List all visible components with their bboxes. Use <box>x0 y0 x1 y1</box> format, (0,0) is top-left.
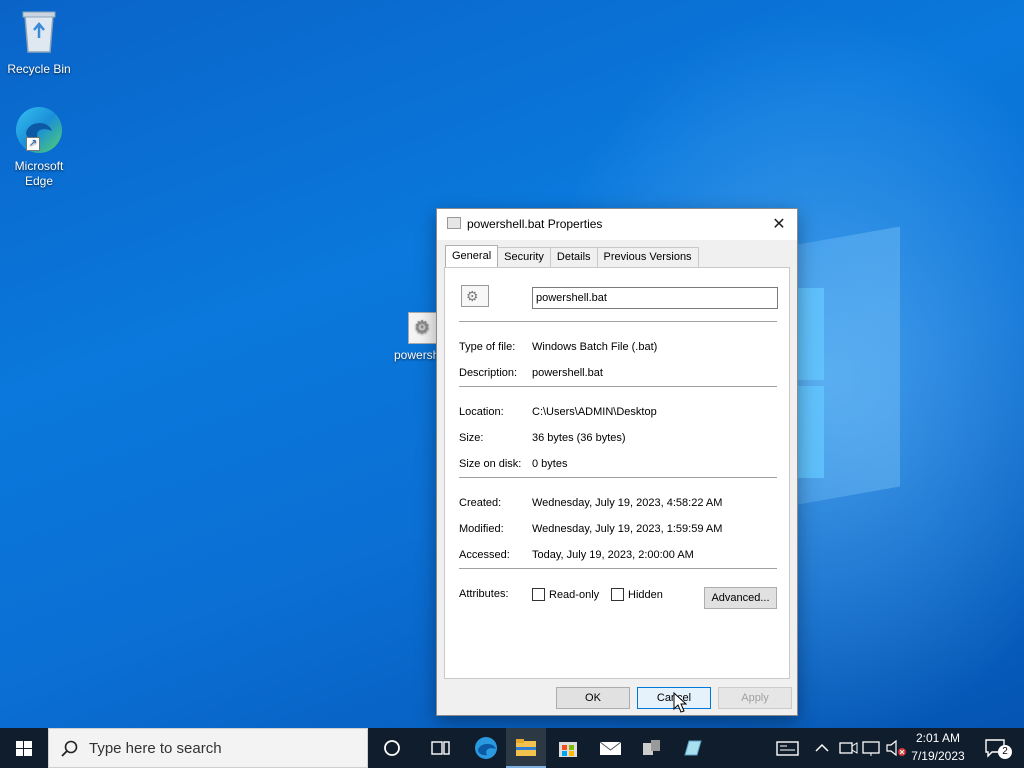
taskbar-store[interactable] <box>548 728 588 768</box>
description-value: powershell.bat <box>532 367 603 379</box>
created-value: Wednesday, July 19, 2023, 4:58:22 AM <box>532 497 723 509</box>
modified-label: Modified: <box>459 523 504 535</box>
volume-muted-icon <box>886 739 906 757</box>
dialog-title: powershell.bat Properties <box>467 217 603 231</box>
hidden-checkbox[interactable]: Hidden <box>611 588 663 601</box>
taskbar-app[interactable] <box>631 728 671 768</box>
separator <box>459 386 777 387</box>
chevron-up-icon <box>815 743 829 752</box>
accessed-value: Today, July 19, 2023, 2:00:00 AM <box>532 549 694 561</box>
action-center-button[interactable]: 2 <box>978 728 1018 768</box>
separator <box>459 568 777 569</box>
size-on-disk-row: Size on disk: 0 bytes <box>459 458 779 474</box>
accessed-label: Accessed: <box>459 549 510 561</box>
file-name-input[interactable] <box>532 287 778 309</box>
modified-value: Wednesday, July 19, 2023, 1:59:59 AM <box>532 523 723 535</box>
size-value: 36 bytes (36 bytes) <box>532 432 626 444</box>
clock-time[interactable]: 2:01 AM <box>908 731 968 745</box>
edge-icon: ↗ <box>14 105 64 155</box>
close-icon[interactable]: ✕ <box>769 214 789 234</box>
desktop-icon-recycle-bin[interactable]: Recycle Bin <box>1 8 77 77</box>
advanced-button[interactable]: Advanced... <box>704 587 777 609</box>
show-hidden-icons-button[interactable] <box>808 728 836 768</box>
folder-icon <box>516 739 536 756</box>
batch-file-icon <box>447 217 461 229</box>
ok-button[interactable]: OK <box>556 687 630 709</box>
size-on-disk-value: 0 bytes <box>532 458 568 470</box>
taskbar-edge[interactable] <box>466 728 506 768</box>
created-row: Created: Wednesday, July 19, 2023, 4:58:… <box>459 497 779 513</box>
task-view-button[interactable] <box>420 728 460 768</box>
tab-details[interactable]: Details <box>549 247 598 267</box>
readonly-label: Read-only <box>549 588 600 601</box>
shortcut-arrow-icon: ↗ <box>26 137 40 151</box>
description-label: Description: <box>459 367 518 379</box>
mail-icon <box>599 741 622 755</box>
taskbar: Type here to search 2:01 AM 7/19/2023 2 <box>0 728 1024 768</box>
task-view-icon <box>431 741 450 755</box>
dialog-titlebar[interactable]: powershell.bat Properties ✕ <box>437 209 797 240</box>
tab-general[interactable]: General <box>445 245 499 267</box>
search-icon <box>61 740 78 757</box>
type-value: Windows Batch File (.bat) <box>532 341 658 353</box>
location-value: C:\Users\ADMIN\Desktop <box>532 406 657 418</box>
taskbar-file-explorer[interactable] <box>506 728 546 768</box>
modified-row: Modified: Wednesday, July 19, 2023, 1:59… <box>459 523 779 539</box>
mouse-cursor-icon <box>673 691 688 717</box>
description-row: Description: powershell.bat <box>459 367 779 383</box>
separator <box>459 477 777 478</box>
attributes-label: Attributes: <box>459 588 509 600</box>
readonly-checkbox[interactable]: Read-only <box>532 588 599 601</box>
location-row: Location: C:\Users\ADMIN\Desktop <box>459 406 779 422</box>
camera-icon <box>839 742 858 754</box>
general-tab-panel: ⚙ Type of file: Windows Batch File (.bat… <box>444 267 790 679</box>
windows-icon <box>16 741 32 756</box>
cortana-button[interactable] <box>372 728 412 768</box>
desktop-icon-label: Microsoft Edge <box>14 159 64 188</box>
size-row: Size: 36 bytes (36 bytes) <box>459 432 779 448</box>
type-label: Type of file: <box>459 341 516 353</box>
start-button[interactable] <box>0 728 48 768</box>
size-label: Size: <box>459 432 484 444</box>
news-button[interactable] <box>767 728 807 768</box>
search-box[interactable]: Type here to search <box>48 728 368 768</box>
meet-now-button[interactable] <box>836 728 860 768</box>
checkbox-box[interactable] <box>611 588 624 601</box>
desktop-icon-label: Recycle Bin <box>7 62 71 76</box>
type-row: Type of file: Windows Batch File (.bat) <box>459 341 779 357</box>
hidden-label: Hidden <box>628 588 663 601</box>
tab-strip: General Security Details Previous Versio… <box>445 245 699 267</box>
taskbar-mail[interactable] <box>590 728 630 768</box>
created-label: Created: <box>459 497 502 509</box>
tab-security[interactable]: Security <box>497 247 551 267</box>
batch-file-icon: ⚙ <box>461 285 489 307</box>
network-icon <box>862 741 880 756</box>
taskbar-notepad[interactable] <box>672 728 712 768</box>
tab-previous-versions[interactable]: Previous Versions <box>596 247 699 267</box>
recycle-bin-icon <box>1 8 77 58</box>
cortana-icon <box>384 740 400 756</box>
edge-icon <box>475 737 497 759</box>
notification-badge: 2 <box>998 745 1012 759</box>
search-placeholder: Type here to search <box>89 740 222 757</box>
accessed-row: Accessed: Today, July 19, 2023, 2:00:00 … <box>459 549 779 565</box>
size-on-disk-label: Size on disk: <box>459 458 522 470</box>
notepad-icon <box>684 740 702 756</box>
volume-button[interactable] <box>884 728 908 768</box>
apply-button[interactable]: Apply <box>718 687 792 709</box>
separator <box>459 321 777 322</box>
desktop-icon-edge[interactable]: ↗ Microsoft Edge <box>1 105 77 189</box>
news-icon <box>776 741 799 756</box>
properties-dialog: powershell.bat Properties ✕ General Secu… <box>436 208 798 716</box>
network-button[interactable] <box>860 728 884 768</box>
store-icon <box>559 742 577 757</box>
checkbox-box[interactable] <box>532 588 545 601</box>
location-label: Location: <box>459 406 504 418</box>
network-app-icon <box>643 740 660 755</box>
clock-date[interactable]: 7/19/2023 <box>908 749 968 763</box>
